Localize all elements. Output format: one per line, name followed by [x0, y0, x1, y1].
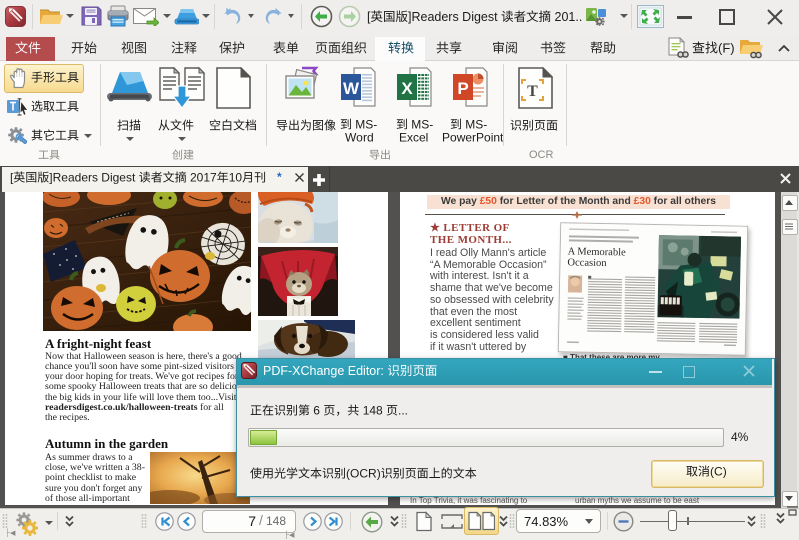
svg-text:(OCR): (OCR) — [346, 467, 381, 481]
svg-text:MS-: MS- — [411, 118, 433, 132]
svg-text:]Readers Digest: ]Readers Digest — [49, 171, 136, 185]
svg-text:148: 148 — [363, 404, 383, 418]
svg-text:10: 10 — [229, 171, 243, 185]
svg-text:(C): (C) — [710, 465, 727, 479]
svg-text:Excel: Excel — [399, 131, 428, 145]
svg-text:P: P — [457, 79, 468, 98]
svg-text:T: T — [527, 83, 538, 100]
svg-text:MS-: MS- — [355, 118, 377, 132]
svg-text:[: [ — [367, 10, 371, 24]
svg-text:MS-: MS- — [465, 118, 487, 132]
svg-text:PDF-XChange Editor:: PDF-XChange Editor: — [263, 364, 384, 378]
svg-text:2017: 2017 — [190, 171, 217, 185]
svg-text:W: W — [343, 79, 360, 98]
svg-text:(F): (F) — [718, 40, 735, 55]
svg-text:Word: Word — [345, 131, 374, 145]
svg-text:...: ... — [398, 404, 408, 418]
svg-text:X: X — [401, 79, 413, 98]
svg-text:[: [ — [10, 171, 14, 185]
svg-text:PowerPoint: PowerPoint — [442, 131, 504, 145]
svg-text:Occasion: Occasion — [567, 257, 607, 269]
svg-text:6: 6 — [313, 404, 320, 418]
svg-text:201..: 201.. — [555, 10, 583, 24]
svg-text:]Readers Digest: ]Readers Digest — [408, 10, 498, 24]
